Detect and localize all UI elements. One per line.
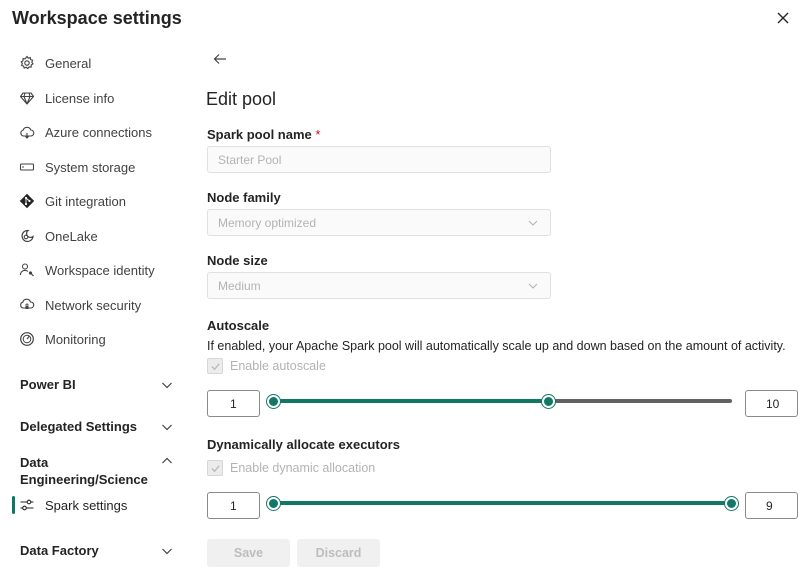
autoscale-range-fill bbox=[273, 399, 548, 403]
autoscale-description: If enabled, your Apache Spark pool will … bbox=[207, 339, 786, 353]
pool-name-label: Spark pool name * bbox=[207, 127, 320, 142]
sidebar-item-label: General bbox=[45, 55, 92, 71]
checkbox-label: Enable dynamic allocation bbox=[230, 461, 376, 475]
dynamic-allocation-label: Dynamically allocate executors bbox=[207, 437, 400, 452]
autoscale-min-thumb[interactable] bbox=[267, 395, 280, 408]
storage-icon bbox=[19, 159, 35, 175]
checkmark-icon bbox=[207, 460, 223, 476]
enable-autoscale-checkbox[interactable]: Enable autoscale bbox=[207, 358, 326, 374]
monitoring-icon bbox=[19, 331, 35, 347]
sidebar-item-git-integration[interactable]: Git integration bbox=[19, 190, 126, 212]
section-delegated-settings[interactable]: Delegated Settings bbox=[20, 419, 137, 434]
sliders-icon bbox=[19, 497, 35, 513]
section-data-engineering[interactable]: Data bbox=[20, 455, 48, 470]
chevron-down-icon bbox=[528, 220, 538, 226]
close-icon[interactable] bbox=[775, 10, 791, 26]
checkmark-icon bbox=[207, 358, 223, 374]
chevron-down-icon[interactable] bbox=[161, 379, 173, 391]
sidebar-item-azure-connections[interactable]: Azure connections bbox=[19, 121, 152, 143]
dynamic-min-thumb[interactable] bbox=[267, 497, 280, 510]
sidebar-item-label: System storage bbox=[45, 159, 136, 175]
save-button[interactable]: Save bbox=[207, 539, 290, 567]
sidebar-item-label: OneLake bbox=[45, 228, 98, 244]
node-family-label: Node family bbox=[207, 190, 281, 205]
network-icon bbox=[19, 297, 35, 313]
autoscale-label: Autoscale bbox=[207, 318, 270, 333]
identity-icon bbox=[19, 262, 35, 278]
pool-name-label-text: Spark pool name bbox=[207, 127, 312, 142]
sidebar-item-spark-settings[interactable]: Spark settings bbox=[19, 494, 127, 516]
page-title: Edit pool bbox=[206, 89, 277, 109]
sidebar-item-onelake[interactable]: OneLake bbox=[19, 225, 98, 247]
onelake-icon bbox=[19, 228, 35, 244]
enable-dynamic-allocation-checkbox[interactable]: Enable dynamic allocation bbox=[207, 460, 375, 476]
section-data-factory[interactable]: Data Factory bbox=[20, 543, 99, 558]
pool-name-input[interactable]: Starter Pool bbox=[207, 146, 551, 173]
dynamic-max-thumb[interactable] bbox=[725, 497, 738, 510]
node-size-value: Medium bbox=[218, 278, 261, 293]
chevron-down-icon[interactable] bbox=[161, 545, 173, 557]
autoscale-max-input[interactable]: 10 bbox=[745, 390, 798, 417]
sidebar-item-label: License info bbox=[45, 90, 115, 106]
node-size-label: Node size bbox=[207, 253, 268, 268]
gear-icon bbox=[19, 55, 35, 71]
sidebar-item-monitoring[interactable]: Monitoring bbox=[19, 328, 106, 350]
git-icon bbox=[19, 193, 35, 209]
active-indicator bbox=[12, 496, 15, 514]
autoscale-track bbox=[548, 399, 732, 403]
node-family-value: Memory optimized bbox=[218, 215, 317, 230]
back-arrow-icon[interactable] bbox=[212, 51, 228, 67]
sidebar-item-license-info[interactable]: License info bbox=[19, 87, 114, 109]
sidebar-item-label: Workspace identity bbox=[45, 262, 155, 278]
node-family-dropdown[interactable]: Memory optimized bbox=[207, 209, 551, 236]
sidebar-item-label: Git integration bbox=[45, 193, 126, 209]
cloud-icon bbox=[19, 124, 35, 140]
sidebar-item-label: Network security bbox=[45, 297, 142, 313]
dynamic-max-input[interactable]: 9 bbox=[745, 492, 798, 519]
dynamic-min-input[interactable]: 1 bbox=[207, 492, 260, 519]
sidebar-item-label: Azure connections bbox=[45, 124, 152, 140]
diamond-icon bbox=[19, 90, 35, 106]
window-title: Workspace settings bbox=[12, 8, 182, 28]
sidebar-item-system-storage[interactable]: System storage bbox=[19, 156, 135, 178]
checkbox-label: Enable autoscale bbox=[230, 359, 326, 373]
node-size-dropdown[interactable]: Medium bbox=[207, 272, 551, 299]
autoscale-min-input[interactable]: 1 bbox=[207, 390, 260, 417]
chevron-down-icon bbox=[528, 283, 538, 289]
sidebar-item-label: Spark settings bbox=[45, 497, 128, 513]
chevron-down-icon[interactable] bbox=[161, 421, 173, 433]
required-marker: * bbox=[315, 127, 321, 142]
discard-button[interactable]: Discard bbox=[297, 539, 380, 567]
section-power-bi[interactable]: Power BI bbox=[20, 377, 76, 392]
sidebar-item-network-security[interactable]: Network security bbox=[19, 294, 141, 316]
sidebar-item-workspace-identity[interactable]: Workspace identity bbox=[19, 259, 155, 281]
autoscale-max-thumb[interactable] bbox=[542, 395, 555, 408]
dynamic-range-fill bbox=[273, 501, 732, 505]
chevron-up-icon[interactable] bbox=[161, 455, 173, 467]
section-data-engineering-line2[interactable]: Engineering/Science bbox=[20, 472, 148, 487]
sidebar-item-general[interactable]: General bbox=[19, 52, 91, 74]
sidebar-item-label: Monitoring bbox=[45, 331, 106, 347]
